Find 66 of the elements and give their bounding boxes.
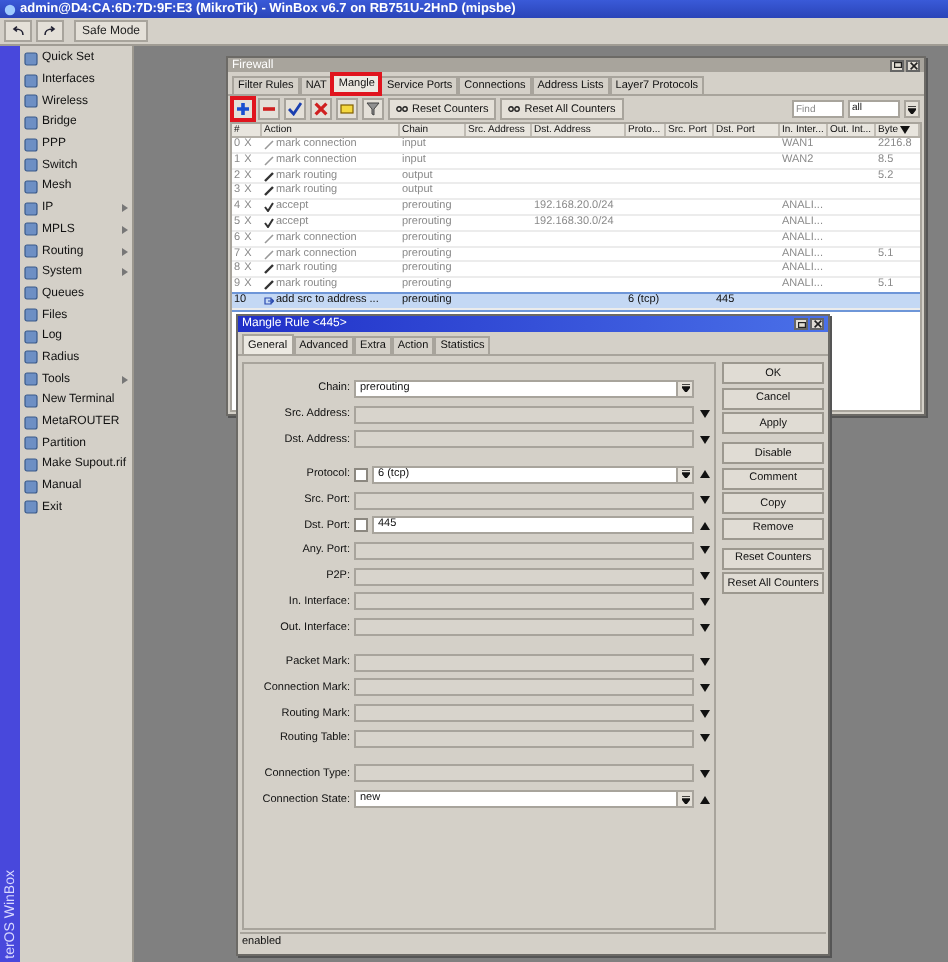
redo-button[interactable] xyxy=(36,20,64,42)
dropdown-button[interactable] xyxy=(678,379,695,398)
input-field[interactable] xyxy=(354,541,695,560)
filter-dropdown-button[interactable] xyxy=(904,100,920,118)
restore-icon xyxy=(893,62,901,68)
expand-arrow-icon xyxy=(699,572,710,581)
invert-checkbox[interactable] xyxy=(354,467,368,482)
check-icon xyxy=(288,102,302,116)
input-field[interactable] xyxy=(354,567,695,586)
collapse-arrow-icon xyxy=(699,795,710,804)
invert-checkbox[interactable] xyxy=(354,518,368,533)
input-field[interactable] xyxy=(354,729,695,748)
remove-button[interactable] xyxy=(258,98,280,120)
rings-icon xyxy=(396,106,408,112)
restore-button[interactable] xyxy=(890,59,904,71)
add-button[interactable] xyxy=(232,98,254,120)
expand-arrow-icon xyxy=(699,683,710,692)
restore-icon xyxy=(797,321,805,327)
redo-icon xyxy=(44,26,56,36)
enable-button[interactable] xyxy=(284,98,306,120)
expand-arrow-icon xyxy=(699,658,710,667)
expand-arrow-icon xyxy=(699,709,710,718)
close-button[interactable] xyxy=(906,59,920,71)
arrow-icon xyxy=(264,295,274,306)
expand-arrow-icon xyxy=(699,769,710,778)
dropdown-icon xyxy=(908,105,916,113)
close-button[interactable] xyxy=(810,318,824,330)
dropdown-icon xyxy=(681,795,690,804)
expand-arrow-icon xyxy=(699,410,710,419)
funnel-icon xyxy=(366,102,380,116)
close-icon xyxy=(909,61,917,69)
sort-arrow-icon xyxy=(900,126,911,134)
expand-arrow-icon xyxy=(699,435,710,444)
input-field[interactable] xyxy=(354,592,695,611)
input-field[interactable] xyxy=(354,764,695,783)
input-field[interactable] xyxy=(354,678,695,697)
dropdown-button[interactable] xyxy=(678,790,695,809)
dropdown-button[interactable] xyxy=(678,465,695,484)
comment-button[interactable] xyxy=(336,98,358,120)
expand-arrow-icon xyxy=(699,546,710,555)
undo-icon xyxy=(12,26,24,36)
undo-button[interactable] xyxy=(4,20,32,42)
plus-icon xyxy=(236,102,250,116)
input-field[interactable] xyxy=(354,405,695,424)
disable-button[interactable] xyxy=(310,98,332,120)
app-icon xyxy=(4,3,16,15)
dropdown-icon xyxy=(681,470,690,479)
dropdown-icon xyxy=(681,384,690,393)
expand-arrow-icon xyxy=(699,597,710,606)
input-field[interactable] xyxy=(354,653,695,672)
minus-icon xyxy=(262,102,276,116)
input-field[interactable] xyxy=(354,704,695,723)
expand-arrow-icon xyxy=(699,496,710,505)
input-field[interactable] xyxy=(354,491,695,510)
close-icon xyxy=(813,320,821,328)
filter-button[interactable] xyxy=(362,98,384,120)
restore-button[interactable] xyxy=(794,318,808,330)
note-icon xyxy=(340,102,354,116)
input-field[interactable] xyxy=(354,618,695,637)
cross-icon xyxy=(314,102,328,116)
input-field[interactable] xyxy=(354,430,695,449)
expand-arrow-icon xyxy=(699,623,710,632)
rings-icon xyxy=(508,106,521,112)
collapse-arrow-icon xyxy=(699,521,710,530)
expand-arrow-icon xyxy=(699,734,710,743)
collapse-arrow-icon xyxy=(699,470,710,479)
